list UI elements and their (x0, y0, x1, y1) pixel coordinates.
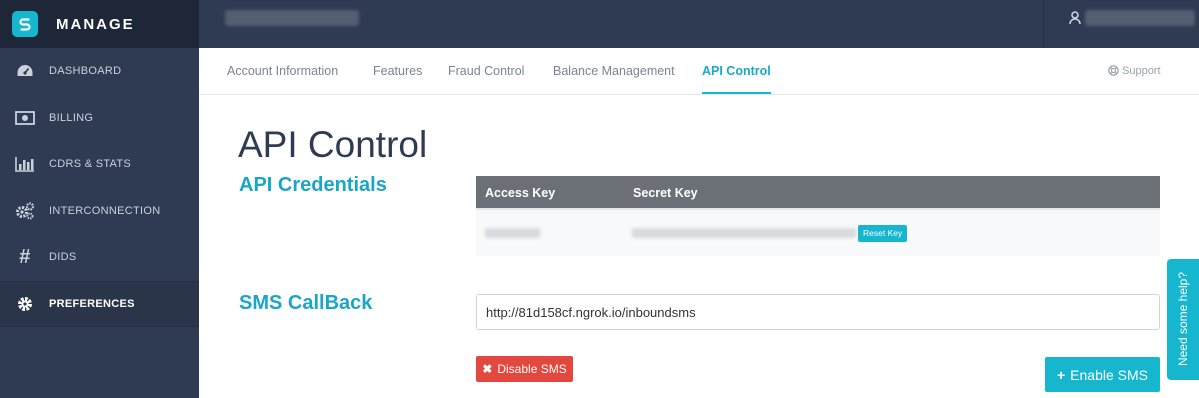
access-key-redacted (485, 228, 540, 238)
close-icon: ✖ (482, 362, 493, 376)
disable-sms-label: Disable SMS (497, 362, 567, 376)
disable-sms-button[interactable]: ✖ Disable SMS (476, 356, 573, 382)
secret-key-redacted (632, 228, 856, 238)
brand-name: MANAGE (56, 15, 135, 33)
sidebar-item-preferences[interactable]: PREFERENCES (0, 280, 199, 327)
page-title: API Control (238, 124, 428, 165)
sidebar-item-label: DASHBOARD (49, 65, 122, 78)
plus-icon: + (1056, 366, 1066, 383)
table-header: Access Key Secret Key (476, 176, 1160, 210)
sidebar-item-label: DIDS (49, 251, 77, 264)
billing-icon (15, 109, 35, 127)
sidebar-item-cdrs-stats[interactable]: CDRS & STATS (0, 141, 199, 188)
support-link[interactable]: Support (1108, 48, 1161, 94)
help-label: Need some help? (1176, 271, 1190, 367)
tab-fraud-control[interactable]: Fraud Control (448, 48, 524, 94)
sidebar-item-dids[interactable]: # DIDS (0, 234, 199, 281)
tab-features[interactable]: Features (373, 48, 422, 94)
reset-key-button[interactable]: Reset Key (858, 225, 908, 242)
sidebar-nav: DASHBOARD BILLING CDRS & STATS INTERCONN… (0, 48, 199, 327)
dashboard-icon (15, 62, 35, 80)
tab-account-information[interactable]: Account Information (227, 48, 338, 94)
hash-icon: # (19, 245, 31, 268)
column-header-access-key: Access Key (485, 186, 556, 200)
sidebar: MANAGE DASHBOARD BILLING CDRS & STATS IN… (0, 0, 199, 398)
lifebuoy-icon (1108, 65, 1119, 76)
tab-api-control[interactable]: API Control (702, 48, 771, 94)
account-name-redacted (225, 10, 359, 26)
sidebar-item-dashboard[interactable]: DASHBOARD (0, 48, 199, 95)
table-row: Reset Key (476, 210, 1160, 256)
enable-sms-label: Enable SMS (1070, 366, 1148, 383)
bar-chart-icon (15, 155, 35, 173)
sidebar-item-interconnection[interactable]: INTERCONNECTION (0, 188, 199, 235)
tab-bar: Account Information Features Fraud Contr… (199, 48, 1199, 95)
tab-balance-management[interactable]: Balance Management (553, 48, 675, 94)
support-label: Support (1122, 65, 1161, 77)
credentials-table: Access Key Secret Key Reset Key (476, 176, 1160, 256)
topbar (199, 0, 1199, 48)
sidebar-item-label: BILLING (49, 111, 94, 124)
enable-sms-button[interactable]: + Enable SMS (1045, 357, 1160, 392)
topbar-divider (1043, 0, 1044, 48)
column-header-secret-key: Secret Key (633, 186, 698, 200)
user-icon[interactable] (1069, 11, 1081, 25)
sidebar-item-label: INTERCONNECTION (49, 204, 161, 217)
sidebar-item-label: CDRS & STATS (49, 158, 132, 171)
help-widget-tab[interactable]: Need some help? (1167, 259, 1199, 380)
sms-callback-heading: SMS CallBack (239, 292, 373, 314)
sidebar-item-billing[interactable]: BILLING (0, 95, 199, 142)
sidebar-item-label: PREFERENCES (49, 297, 135, 310)
api-credentials-heading: API Credentials (239, 174, 387, 196)
user-name-redacted[interactable] (1085, 10, 1195, 26)
brand[interactable]: MANAGE (0, 0, 199, 48)
logo-icon (12, 11, 38, 37)
gear-icon (15, 295, 35, 313)
gears-icon (15, 202, 35, 220)
sms-callback-url-input[interactable] (476, 294, 1160, 330)
